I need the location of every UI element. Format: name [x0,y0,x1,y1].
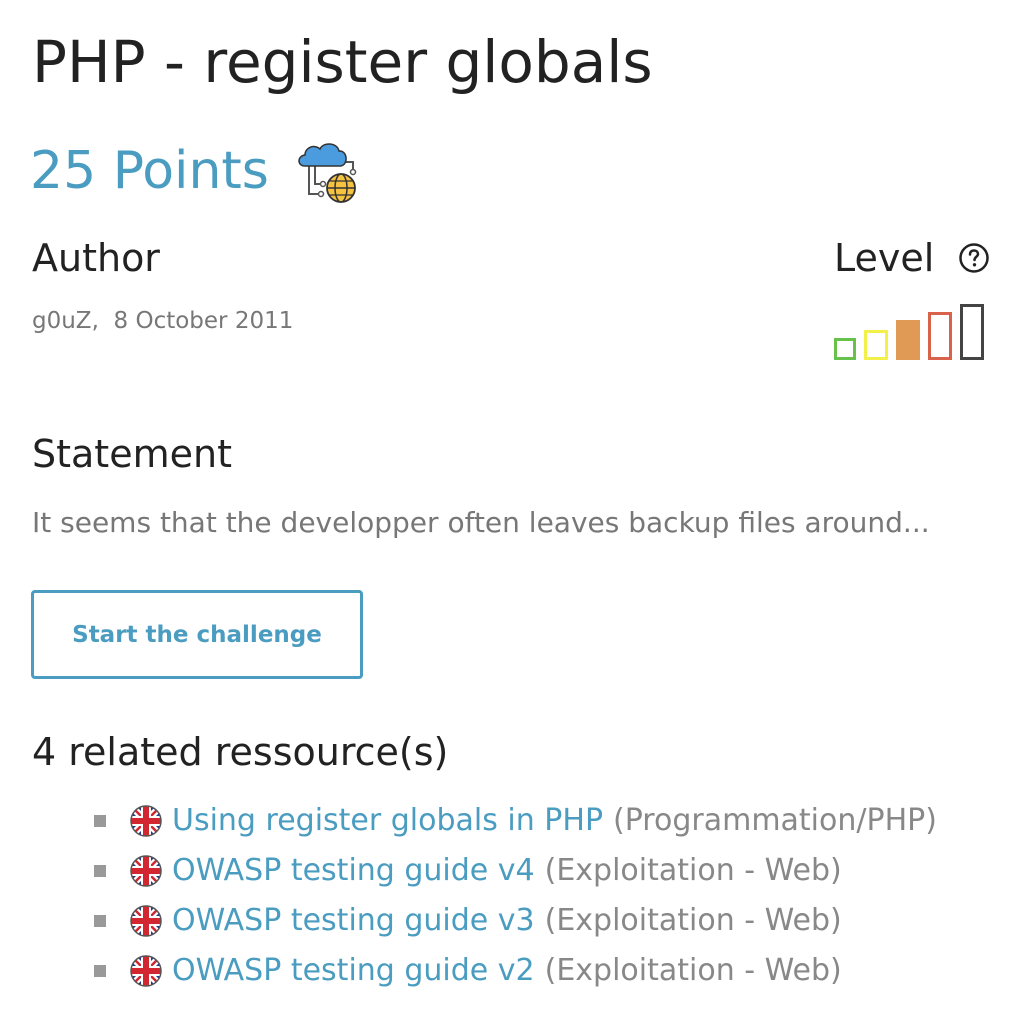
resource-category: (Exploitation - Web) [544,903,842,938]
bullet [94,915,106,927]
resource-category: (Exploitation - Web) [544,953,842,988]
author-heading: Author [32,236,160,280]
resource-link[interactable]: Using register globals in PHP [172,801,603,841]
challenge-points: 25 Points [30,141,269,201]
level-bar-3 [896,320,920,360]
uk-flag-icon [130,955,162,987]
resource-item: OWASP testing guide v2 (Exploitation - W… [90,946,937,996]
level-bar-5 [960,304,984,360]
statement-heading: Statement [32,432,232,476]
level-bar-4 [928,312,952,360]
resource-link[interactable]: OWASP testing guide v3 [172,901,535,941]
resource-category: (Exploitation - Web) [544,853,842,888]
author-separator: , [91,308,99,334]
points-row: 25 Points [30,134,365,208]
resource-item: OWASP testing guide v3 (Exploitation - W… [90,896,937,946]
level-bar-1 [834,338,856,360]
bullet [94,815,106,827]
level-bar-2 [864,330,888,360]
author-name[interactable]: g0uZ [32,308,92,334]
resource-item: Using register globals in PHP (Programma… [90,796,937,846]
level-block: Level [834,234,1004,360]
question-circle-icon[interactable] [958,242,990,274]
uk-flag-icon [130,905,162,937]
publication-date: 8 October 2011 [113,308,294,334]
resource-link[interactable]: OWASP testing guide v2 [172,951,535,991]
level-heading: Level [834,236,935,280]
level-indicator [834,304,994,360]
resources-heading: 4 related ressource(s) [32,730,449,774]
bullet [94,865,106,877]
resource-category: (Programmation/PHP) [613,803,937,838]
statement-text: It seems that the developper often leave… [32,506,930,539]
author-line: g0uZ, 8 October 2011 [32,306,293,336]
page-title: PHP - register globals [32,28,653,96]
resource-item: OWASP testing guide v4 (Exploitation - W… [90,846,937,896]
uk-flag-icon [130,805,162,837]
resource-link[interactable]: OWASP testing guide v4 [172,851,535,891]
resource-list: Using register globals in PHP (Programma… [90,796,937,996]
uk-flag-icon [130,855,162,887]
level-heading-row: Level [834,234,1004,282]
start-challenge-button[interactable]: Start the challenge [31,590,363,679]
bullet [94,965,106,977]
cloud-network-globe-icon [295,136,365,206]
